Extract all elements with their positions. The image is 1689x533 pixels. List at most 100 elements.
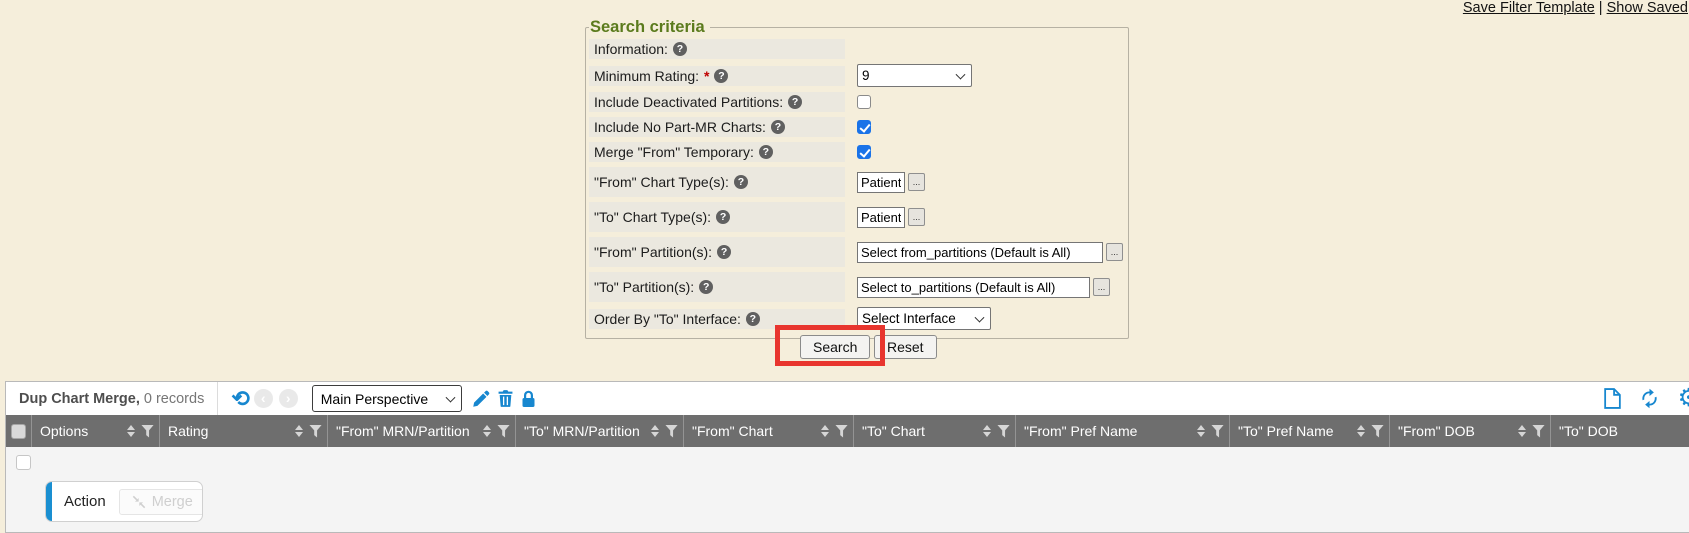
include-no-part-mr-charts-checkbox[interactable] (857, 120, 871, 134)
search-button[interactable]: Search (800, 335, 870, 359)
filter-icon[interactable] (1211, 425, 1224, 438)
column-header-to-chart[interactable]: "To" Chart (854, 415, 1016, 447)
help-icon[interactable]: ? (788, 95, 802, 109)
help-icon[interactable]: ? (759, 145, 773, 159)
sort-icon[interactable] (821, 421, 829, 441)
help-icon[interactable]: ? (746, 312, 760, 326)
sort-icon[interactable] (295, 421, 303, 441)
column-header-from-mrn-partition[interactable]: "From" MRN/Partition (328, 415, 516, 447)
to-partitions-input[interactable] (857, 277, 1090, 298)
filter-icon[interactable] (835, 425, 848, 438)
merge-from-temporary-label: Merge "From" Temporary: ? (589, 142, 845, 162)
column-header-from-chart[interactable]: "From" Chart (684, 415, 854, 447)
help-icon[interactable]: ? (734, 175, 748, 189)
filter-icon[interactable] (665, 425, 678, 438)
help-icon[interactable]: ? (714, 69, 728, 83)
edit-pencil-icon[interactable] (472, 390, 490, 408)
form-row-to-partitions: "To" Partition(s): ? ... (589, 272, 1123, 302)
filter-template-links: Save Filter Template|Show Saved (1463, 0, 1688, 16)
record-count: 0 records (144, 391, 204, 407)
column-header-rating[interactable]: Rating (160, 415, 328, 447)
help-icon[interactable]: ? (699, 280, 713, 294)
merge-button[interactable]: Merge (119, 489, 203, 515)
grid-body: Action Merge (6, 447, 1689, 533)
sort-icon[interactable] (483, 421, 491, 441)
column-header-to-dob[interactable]: "To" DOB (1551, 415, 1689, 447)
from-chart-types-browse-button[interactable]: ... (908, 173, 925, 191)
new-document-icon[interactable] (1604, 388, 1621, 409)
row-checkbox[interactable] (16, 455, 31, 470)
help-icon[interactable]: ? (716, 210, 730, 224)
save-filter-template-link[interactable]: Save Filter Template (1463, 0, 1595, 16)
action-panel: Action Merge (45, 481, 203, 522)
from-chart-types-label: "From" Chart Type(s): ? (589, 167, 845, 197)
action-panel-accent-bar (46, 482, 52, 521)
sort-icon[interactable] (1518, 421, 1526, 441)
perspective-select[interactable]: Main Perspective (312, 385, 462, 412)
from-partitions-browse-button[interactable]: ... (1106, 243, 1123, 261)
undo-icon[interactable]: ⟲ (231, 388, 249, 410)
form-row-merge-from-temporary: Merge "From" Temporary: ? (589, 142, 1123, 162)
filter-icon[interactable] (497, 425, 510, 438)
from-partitions-input[interactable] (857, 242, 1103, 263)
previous-page-icon[interactable]: ‹ (254, 389, 273, 408)
reset-button[interactable]: Reset (874, 335, 937, 359)
sort-icon[interactable] (983, 421, 991, 441)
required-marker: * (704, 68, 709, 84)
form-row-order-by-to-interface: Order By "To" Interface: ? Select Interf… (589, 307, 1123, 330)
lock-icon[interactable] (521, 390, 536, 408)
column-header-to-mrn-partition[interactable]: "To" MRN/Partition (516, 415, 684, 447)
next-page-icon[interactable]: › (279, 389, 298, 408)
link-separator: | (1599, 0, 1603, 16)
from-chart-types-input[interactable] (857, 172, 905, 193)
merge-from-temporary-checkbox[interactable] (857, 145, 871, 159)
form-row-information: Information: ? (589, 39, 1123, 59)
sort-icon[interactable] (1197, 421, 1205, 441)
grid-toolbar: Dup Chart Merge, 0 records ⟲ ‹ › Main Pe… (6, 382, 1689, 415)
action-label: Action (64, 493, 106, 510)
minimum-rating-select[interactable]: 9 (857, 64, 972, 87)
to-chart-types-label: "To" Chart Type(s): ? (589, 202, 845, 232)
filter-icon[interactable] (1532, 425, 1545, 438)
form-row-include-no-part-mr-charts: Include No Part-MR Charts: ? (589, 117, 1123, 137)
help-icon[interactable]: ? (771, 120, 785, 134)
grid-header-row: Options Rating "From" MRN/Partition "To"… (6, 415, 1689, 447)
search-criteria-fieldset: Search criteria Information: ? Minimum R… (585, 18, 1129, 339)
form-row-minimum-rating: Minimum Rating: * ? 9 (589, 64, 1123, 87)
sort-icon[interactable] (1357, 421, 1365, 441)
to-partitions-label: "To" Partition(s): ? (589, 272, 845, 302)
form-row-from-partitions: "From" Partition(s): ? ... (589, 237, 1123, 267)
filter-icon[interactable] (141, 425, 154, 438)
filter-icon[interactable] (997, 425, 1010, 438)
select-all-checkbox[interactable] (11, 424, 26, 439)
order-by-to-interface-label: Order By "To" Interface: ? (589, 309, 845, 329)
show-saved-link[interactable]: Show Saved (1607, 0, 1688, 16)
form-row-from-chart-types: "From" Chart Type(s): ? ... (589, 167, 1123, 197)
delete-trash-icon[interactable] (498, 390, 513, 407)
filter-icon[interactable] (1371, 425, 1384, 438)
form-row-to-chart-types: "To" Chart Type(s): ? ... (589, 202, 1123, 232)
from-partitions-label: "From" Partition(s): ? (589, 237, 845, 267)
help-icon[interactable]: ? (717, 245, 731, 259)
gear-icon[interactable]: ⚙ (1678, 386, 1689, 411)
search-criteria-legend: Search criteria (589, 18, 710, 37)
merge-icon (132, 495, 146, 509)
help-icon[interactable]: ? (673, 42, 687, 56)
column-header-from-pref-name[interactable]: "From" Pref Name (1016, 415, 1230, 447)
grid-title-text: Dup Chart Merge, (19, 391, 140, 407)
column-header-from-dob[interactable]: "From" DOB (1390, 415, 1551, 447)
to-chart-types-input[interactable] (857, 207, 905, 228)
to-chart-types-browse-button[interactable]: ... (908, 208, 925, 226)
column-header-options[interactable]: Options (32, 415, 160, 447)
sort-icon[interactable] (651, 421, 659, 441)
form-row-include-deactivated-partitions: Include Deactivated Partitions: ? (589, 92, 1123, 112)
sort-icon[interactable] (127, 421, 135, 441)
column-header-to-pref-name[interactable]: "To" Pref Name (1230, 415, 1390, 447)
filter-icon[interactable] (309, 425, 322, 438)
include-deactivated-partitions-checkbox[interactable] (857, 95, 871, 109)
refresh-icon[interactable] (1639, 388, 1660, 409)
to-partitions-browse-button[interactable]: ... (1093, 278, 1110, 296)
order-by-to-interface-select[interactable]: Select Interface (857, 307, 991, 330)
minimum-rating-label: Minimum Rating: * ? (589, 66, 845, 86)
results-grid: Dup Chart Merge, 0 records ⟲ ‹ › Main Pe… (5, 381, 1689, 533)
